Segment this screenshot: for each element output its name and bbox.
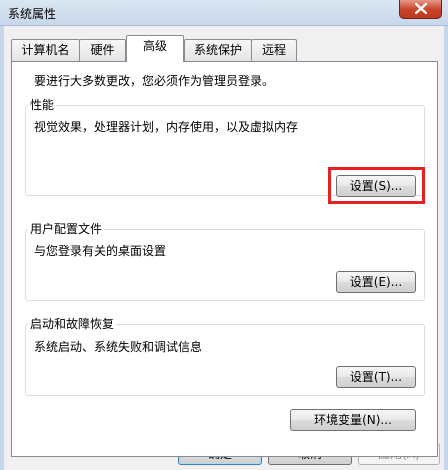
tab-hardware[interactable]: 硬件 — [79, 39, 126, 61]
advanced-tab-panel: 要进行大多数更改，您必须作为管理员登录。 性能 视觉效果，处理器计划，内存使用，… — [11, 61, 438, 457]
admin-notice: 要进行大多数更改，您必须作为管理员登录。 — [34, 74, 275, 88]
highlight-box — [328, 167, 425, 204]
window-title: 系统属性 — [8, 7, 57, 21]
window-frame-right — [444, 26, 448, 470]
user-profiles-group-label: 用户配置文件 — [28, 220, 105, 237]
tab-computer-name[interactable]: 计算机名 — [11, 39, 80, 61]
startup-recovery-settings-button[interactable]: 设置(T)... — [336, 366, 416, 388]
tab-remote[interactable]: 远程 — [251, 39, 297, 61]
close-icon — [414, 3, 427, 14]
startup-recovery-description: 系统启动、系统失败和调试信息 — [34, 340, 203, 354]
performance-group-label: 性能 — [28, 96, 57, 113]
user-profiles-description: 与您登录有关的桌面设置 — [34, 244, 167, 258]
environment-variables-button[interactable]: 环境变量(N)... — [290, 409, 416, 431]
user-profiles-settings-button[interactable]: 设置(E)... — [336, 271, 416, 293]
title-bar: 系统属性 — [0, 0, 448, 26]
tab-advanced[interactable]: 高级 — [126, 35, 184, 62]
performance-description: 视觉效果，处理器计划，内存使用，以及虚拟内存 — [34, 120, 299, 134]
dialog-client-area: 计算机名 硬件 高级 系统保护 远程 要进行大多数更改，您必须作为管理员登录。 … — [4, 26, 444, 470]
startup-recovery-group-label: 启动和故障恢复 — [28, 315, 117, 332]
close-button[interactable] — [399, 0, 442, 19]
tab-system-protection[interactable]: 系统保护 — [184, 39, 252, 61]
